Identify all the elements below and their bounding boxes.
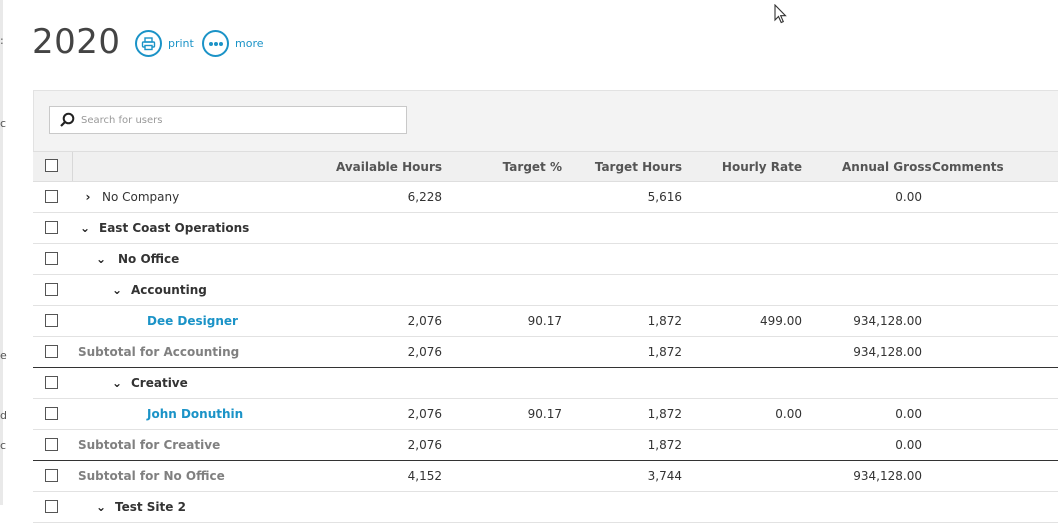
annual-gross-cell: 934,128.00 — [853, 469, 922, 483]
search-box[interactable] — [49, 106, 407, 134]
annual-gross-cell: 934,128.00 — [853, 314, 922, 328]
users-grid: Available Hours Target % Target Hours Ho… — [33, 151, 1058, 523]
target-pct-cell: 90.17 — [527, 407, 562, 421]
ellipsis-icon — [202, 30, 229, 57]
user-link[interactable]: John Donuthin — [147, 407, 243, 421]
row-checkbox[interactable] — [45, 407, 58, 420]
table-row: ⌄ No Office — [33, 244, 1058, 275]
users-table-panel: Available Hours Target % Target Hours Ho… — [33, 90, 1058, 523]
available-hours-cell: 2,076 — [407, 345, 442, 359]
available-hours-cell: 2,076 — [407, 314, 442, 328]
target-hours-cell: 1,872 — [647, 345, 682, 359]
subtotal-row: Subtotal for Creative 2,076 1,872 0.00 — [33, 430, 1058, 461]
table-row: John Donuthin 2,076 90.17 1,872 0.00 0.0… — [33, 399, 1058, 430]
mouse-pointer-icon — [774, 4, 787, 24]
annual-gross-cell: 0.00 — [895, 190, 922, 204]
col-target-hours[interactable]: Target Hours — [595, 160, 682, 174]
annual-gross-cell: 0.00 — [895, 407, 922, 421]
chevron-down-icon[interactable]: ⌄ — [79, 221, 91, 235]
available-hours-cell: 2,076 — [407, 438, 442, 452]
search-input[interactable] — [81, 114, 401, 126]
subtotal-label: Subtotal for Accounting — [78, 345, 240, 359]
chevron-down-icon[interactable]: ⌄ — [95, 500, 107, 514]
row-checkbox[interactable] — [45, 500, 58, 513]
table-row: ⌄ Creative — [33, 368, 1058, 399]
target-hours-cell: 3,744 — [647, 469, 682, 483]
row-name: Accounting — [131, 283, 207, 297]
col-comments[interactable]: Comments — [932, 160, 1004, 174]
annual-gross-cell: 934,128.00 — [853, 345, 922, 359]
col-available-hours[interactable]: Available Hours — [336, 160, 442, 174]
chevron-down-icon[interactable]: ⌄ — [111, 283, 123, 297]
row-checkbox[interactable] — [45, 314, 58, 327]
select-all-checkbox[interactable] — [45, 159, 58, 172]
target-hours-cell: 1,872 — [647, 407, 682, 421]
row-checkbox[interactable] — [45, 469, 58, 482]
available-hours-cell: 6,228 — [407, 190, 442, 204]
print-button[interactable]: print — [135, 30, 194, 57]
subtotal-row: Subtotal for Accounting 2,076 1,872 934,… — [33, 337, 1058, 368]
row-name: Creative — [131, 376, 188, 390]
printer-icon — [135, 30, 162, 57]
table-row: Dee Designer 2,076 90.17 1,872 499.00 93… — [33, 306, 1058, 337]
user-link[interactable]: Dee Designer — [147, 314, 238, 328]
page-title: 2020 — [32, 22, 121, 62]
col-hourly-rate[interactable]: Hourly Rate — [722, 160, 802, 174]
target-hours-cell: 5,616 — [647, 190, 682, 204]
target-pct-cell: 90.17 — [527, 314, 562, 328]
subtotal-label: Subtotal for No Office — [78, 469, 225, 483]
left-pane-edge: : c e d c — [0, 0, 7, 505]
table-header: Available Hours Target % Target Hours Ho… — [33, 151, 1058, 182]
target-hours-cell: 1,872 — [647, 438, 682, 452]
row-checkbox[interactable] — [45, 252, 58, 265]
table-row: › No Company 6,228 5,616 0.00 — [33, 182, 1058, 213]
row-checkbox[interactable] — [45, 221, 58, 234]
subtotal-label: Subtotal for Creative — [78, 438, 221, 452]
row-checkbox[interactable] — [45, 283, 58, 296]
row-name: No Office — [118, 252, 180, 266]
target-hours-cell: 1,872 — [647, 314, 682, 328]
search-icon — [60, 112, 75, 127]
available-hours-cell: 2,076 — [407, 407, 442, 421]
table-row: ⌄ East Coast Operations — [33, 213, 1058, 244]
chevron-right-icon[interactable]: › — [82, 190, 94, 204]
row-name: East Coast Operations — [99, 221, 250, 235]
hourly-rate-cell: 499.00 — [760, 314, 802, 328]
hourly-rate-cell: 0.00 — [775, 407, 802, 421]
row-name: No Company — [102, 190, 180, 204]
table-row: ⌄ Test Site 2 — [33, 492, 1058, 523]
subtotal-row: Subtotal for No Office 4,152 3,744 934,1… — [33, 461, 1058, 492]
row-checkbox[interactable] — [45, 438, 58, 451]
filter-bar — [33, 91, 1058, 151]
row-checkbox[interactable] — [45, 190, 58, 203]
more-label: more — [235, 37, 264, 50]
chevron-down-icon[interactable]: ⌄ — [111, 376, 123, 390]
row-checkbox[interactable] — [45, 376, 58, 389]
chevron-down-icon[interactable]: ⌄ — [95, 252, 107, 266]
annual-gross-cell: 0.00 — [895, 438, 922, 452]
row-name: Test Site 2 — [115, 500, 186, 514]
col-annual-gross[interactable]: Annual Gross — [842, 160, 932, 174]
row-checkbox[interactable] — [45, 345, 58, 358]
print-label: print — [168, 37, 194, 50]
more-button[interactable]: more — [202, 30, 264, 57]
col-target-pct[interactable]: Target % — [503, 160, 562, 174]
available-hours-cell: 4,152 — [407, 469, 442, 483]
table-row: ⌄ Accounting — [33, 275, 1058, 306]
